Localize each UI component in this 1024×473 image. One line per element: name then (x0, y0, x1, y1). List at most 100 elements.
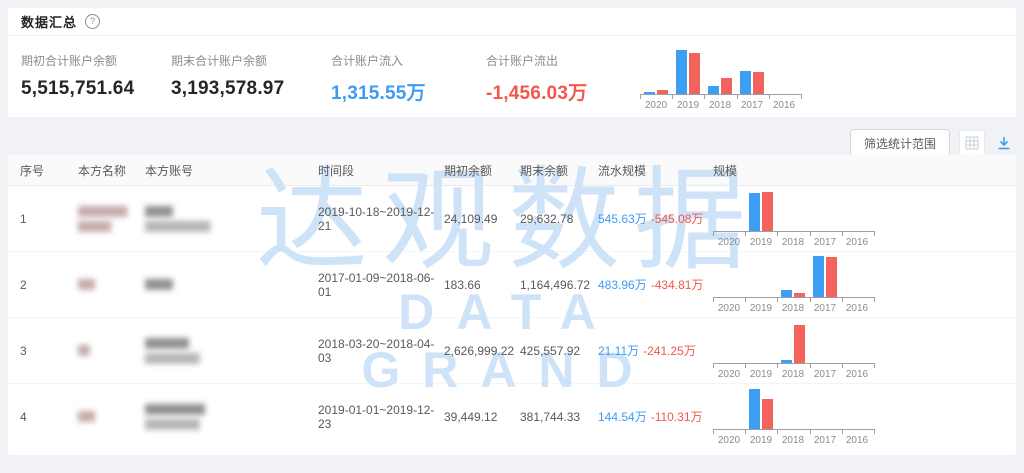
grid-view-icon[interactable] (959, 130, 985, 156)
chart-year-2018 (777, 256, 809, 297)
table-row[interactable]: 3████████████████████2018-03-20~2018-04-… (8, 318, 1016, 384)
chart-year-label: 2018 (777, 435, 809, 446)
accounts-table-card: 序号本方名称本方账号时间段期初余额期末余额流水规模规模 1███████████… (8, 155, 1016, 455)
cell-scale-chart: 20202019201820172016 (713, 256, 1016, 314)
chart-year-2016 (841, 322, 873, 363)
chart-year-label: 2020 (640, 100, 672, 111)
column-header-6: 流水规模 (598, 162, 713, 179)
stat-value: 3,193,578.97 (171, 78, 331, 100)
outflow-bar (657, 90, 668, 94)
cell-name-redacted: ███ (78, 409, 145, 424)
column-header-0: 序号 (20, 162, 78, 179)
chart-year-2017 (809, 256, 841, 297)
cell-name-redacted: ███████████████ (78, 204, 145, 234)
chart-year-2017 (809, 190, 841, 231)
stat-value: 1,315.55万 (331, 78, 486, 105)
chart-year-2020 (713, 256, 745, 297)
chart-year-2018 (777, 322, 809, 363)
chart-year-2016 (841, 190, 873, 231)
cell-period: 2018-03-20~2018-04-03 (318, 337, 444, 365)
chart-year-label: 2017 (809, 303, 841, 314)
chart-year-label: 2017 (809, 435, 841, 446)
stat-label: 期初合计账户余额 (21, 52, 171, 69)
cell-closing-balance: 381,744.33 (520, 410, 598, 424)
cell-closing-balance: 1,164,496.72 (520, 278, 598, 292)
summary-yearly-flow-chart: 20202019201820172016 (640, 46, 802, 111)
cell-account-redacted: █████ (145, 277, 318, 292)
chart-axis (713, 231, 875, 236)
chart-axis (713, 363, 875, 368)
summary-stat-2: 合计账户流入 1,315.55万 (331, 52, 486, 105)
cell-opening-balance: 24,109.49 (444, 212, 520, 226)
stat-label: 合计账户流入 (331, 52, 486, 69)
outflow-bar (794, 325, 805, 363)
chart-year-label: 2020 (713, 435, 745, 446)
cell-flow-scale: 483.96万-434.81万 (598, 276, 713, 293)
summary-card: 数据汇总 ? 期初合计账户余额5,515,751.64期末合计账户余额3,193… (8, 8, 1016, 117)
summary-yearly-bar-chart: 20202019201820172016 (640, 46, 802, 111)
chart-year-label: 2019 (745, 303, 777, 314)
summary-stat-0: 期初合计账户余额5,515,751.64 (21, 52, 171, 105)
outflow-value: -110.31万 (651, 410, 703, 424)
inflow-value: 21.11万 (598, 344, 639, 358)
chart-year-2019 (745, 388, 777, 429)
inflow-bar (781, 360, 792, 363)
table-row[interactable]: 1████████████████████████████████2019-10… (8, 186, 1016, 252)
outflow-bar (826, 257, 837, 297)
chart-axis (640, 94, 802, 99)
cell-scale-chart: 20202019201820172016 (713, 190, 1016, 248)
chart-year-label: 2020 (713, 369, 745, 380)
chart-year-label: 2016 (841, 237, 873, 248)
chart-year-2020 (713, 388, 745, 429)
outflow-bar (762, 192, 773, 231)
chart-year-2019 (672, 46, 704, 94)
cell-flow-scale: 545.63万-545.08万 (598, 210, 713, 227)
summary-titlebar: 数据汇总 ? (8, 8, 1016, 36)
inflow-bar (749, 389, 760, 429)
cell-scale-chart: 20202019201820172016 (713, 388, 1016, 446)
chart-year-label: 2018 (777, 369, 809, 380)
chart-year-label: 2016 (841, 369, 873, 380)
inflow-bar (813, 256, 824, 297)
chart-year-2017 (809, 388, 841, 429)
column-header-1: 本方名称 (78, 162, 145, 179)
cell-seq: 1 (20, 212, 78, 226)
column-header-5: 期末余额 (520, 162, 598, 179)
chart-year-label: 2016 (841, 303, 873, 314)
chart-year-2016 (841, 256, 873, 297)
cell-period: 2019-10-18~2019-12-21 (318, 205, 444, 233)
inflow-value: 483.96万 (598, 278, 647, 292)
column-header-2: 本方账号 (145, 162, 318, 179)
cell-account-redacted: ██████████████████ (145, 336, 318, 366)
row-3-scale-chart: 20202019201820172016 (713, 322, 875, 380)
cell-flow-scale: 144.54万 -110.31万 (598, 408, 713, 425)
chart-year-label: 2019 (672, 100, 704, 111)
cell-account-redacted: █████████████████ (145, 204, 318, 234)
cell-name-redacted: ███ (78, 277, 145, 292)
chart-year-2019 (745, 190, 777, 231)
help-icon[interactable]: ? (85, 14, 100, 29)
summary-title: 数据汇总 (21, 12, 77, 31)
inflow-value: 545.63万 (598, 212, 647, 226)
chart-year-label: 2018 (704, 100, 736, 111)
column-header-3: 时间段 (318, 162, 444, 179)
stat-label: 合计账户流出 (486, 52, 646, 69)
outflow-bar (794, 293, 805, 297)
table-row[interactable]: 4████████████████████████2019-01-01~2019… (8, 384, 1016, 449)
outflow-bar (762, 399, 773, 429)
summary-stats: 期初合计账户余额5,515,751.64期末合计账户余额3,193,578.97… (21, 52, 646, 105)
inflow-bar (749, 193, 760, 231)
inflow-bar (781, 290, 792, 297)
filter-range-button[interactable]: 筛选统计范围 (850, 129, 950, 157)
table-body: 1████████████████████████████████2019-10… (8, 186, 1016, 449)
outflow-bar (689, 53, 700, 94)
row-4-scale-chart: 20202019201820172016 (713, 388, 875, 446)
chart-year-label: 2018 (777, 303, 809, 314)
chart-year-2016 (768, 46, 800, 94)
inflow-value: 144.54万 (598, 410, 647, 424)
cell-closing-balance: 29,632.78 (520, 212, 598, 226)
chart-year-2020 (713, 190, 745, 231)
table-row[interactable]: 2████████2017-01-09~2018-06-01183.661,16… (8, 252, 1016, 318)
download-icon[interactable] (994, 133, 1014, 153)
row-2-scale-chart: 20202019201820172016 (713, 256, 875, 314)
